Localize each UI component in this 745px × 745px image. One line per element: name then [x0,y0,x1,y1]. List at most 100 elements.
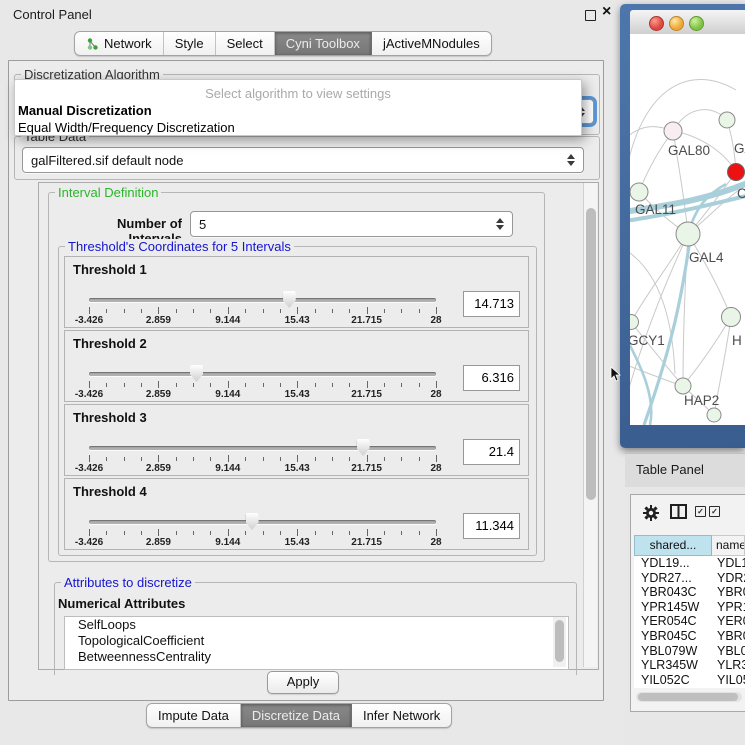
dropdown-item-placeholder[interactable]: Select algorithm to view settings [15,85,581,102]
slider-track[interactable] [89,446,436,450]
network-node[interactable] [630,315,639,330]
threshold-value-field[interactable]: 11.344 [463,513,520,539]
cyni-bottom-tabbar: Impute Data Discretize Data Infer Networ… [146,703,452,728]
threshold-slider[interactable]: -3.4262.8599.14415.4321.71528 [89,437,436,473]
scrollbar-thumb[interactable] [555,620,564,662]
table-row[interactable]: YPR145WYPR14 [634,600,745,615]
table-body: YDL19...YDL19YDR27...YDR27YBR043CYBR04YP… [634,556,745,687]
tab-jactivemnodules[interactable]: jActiveMNodules [372,32,491,55]
apply-button[interactable]: Apply [267,671,339,694]
control-panel-tabbar: Network Style Select Cyni Toolbox jActiv… [74,31,492,56]
node-label: C [737,186,745,201]
tab-label: Cyni Toolbox [286,36,360,51]
select-columns-icon[interactable]: ✓ ✓ [695,506,720,517]
slider-ticks [89,528,436,537]
table-row[interactable]: YER054CYER05 [634,614,745,629]
threshold-label: Threshold 3 [73,410,147,425]
threshold-1-panel: Threshold 1 -3.4262.8599.14415.4321.7152… [64,256,529,328]
table-header-row: shared... name [634,535,745,556]
attributes-list-scrollbar[interactable] [553,617,566,667]
threshold-slider[interactable]: -3.4262.8599.14415.4321.71528 [89,363,436,399]
table-row[interactable]: YBL079WYBL07 [634,644,745,659]
network-node-selected[interactable] [728,164,745,181]
stepper-icon [496,218,505,230]
threshold-3-panel: Threshold 3 -3.4262.8599.14415.4321.7152… [64,404,529,476]
slider-track[interactable] [89,520,436,524]
column-layout-icon[interactable] [670,504,688,520]
settings-scrollbar[interactable] [583,183,597,667]
attribute-list-item[interactable]: BetweennessCentrality [65,649,568,665]
network-view-window[interactable]: GAL80 GA C GAL11 GAL4 GCY1 H HAP2 [620,4,745,448]
attribute-list-item[interactable]: TopologicalCoefficient [65,633,568,649]
tab-label: Select [227,36,263,51]
tab-label: Network [104,36,152,51]
dropdown-item-equal-width-frequency[interactable]: Equal Width/Frequency Discretization [15,119,581,136]
network-canvas[interactable]: GAL80 GA C GAL11 GAL4 GCY1 H HAP2 [630,34,745,425]
tab-network[interactable]: Network [75,32,164,55]
table-toolbar: ✓ ✓ [634,500,745,530]
table-row[interactable]: YDL19...YDL19 [634,556,745,571]
algorithm-dropdown-popup: Select algorithm to view settings Manual… [14,79,582,136]
network-node[interactable] [664,122,682,140]
threshold-slider[interactable]: -3.4262.8599.14415.4321.71528 [89,289,436,325]
tab-select[interactable]: Select [216,32,275,55]
slider-ticks [89,306,436,315]
threshold-value-field[interactable]: 21.4 [463,439,520,465]
slider-tick-labels: -3.4262.8599.14415.4321.71528 [89,463,436,474]
slider-track[interactable] [89,372,436,376]
threshold-slider[interactable]: -3.4262.8599.14415.4321.71528 [89,511,436,547]
network-node[interactable] [722,308,741,327]
network-node[interactable] [675,378,691,394]
column-header-name[interactable]: name [712,535,745,556]
network-graph: GAL80 GA C GAL11 GAL4 GCY1 H HAP2 [630,34,745,425]
tab-cyni-toolbox[interactable]: Cyni Toolbox [275,32,372,55]
slider-ticks [89,454,436,463]
tab-style[interactable]: Style [164,32,216,55]
table-row[interactable]: YIL052CYIL05 [634,673,745,688]
group-title: Threshold's Coordinates for 5 Intervals [65,239,294,254]
network-node[interactable] [676,222,700,246]
numerical-attributes-label: Numerical Attributes [58,596,185,611]
combobox-value: galFiltered.sif default node [31,153,183,168]
threshold-value-field[interactable]: 14.713 [463,291,520,317]
network-node[interactable] [707,408,721,422]
tab-infer-network[interactable]: Infer Network [352,704,451,727]
threshold-value-field[interactable]: 6.316 [463,365,520,391]
node-label: GAL4 [689,250,724,265]
node-label: GA [734,141,745,156]
close-icon[interactable]: × [602,3,611,21]
control-panel-window: Control Panel × Network Style Select Cyn… [0,0,625,745]
float-window-icon[interactable] [585,10,596,21]
tab-impute-data[interactable]: Impute Data [147,704,241,727]
gear-icon[interactable] [642,504,660,522]
slider-track[interactable] [89,298,436,302]
node-table: shared... name YDL19...YDL19YDR27...YDR2… [634,535,745,688]
scrollbar-thumb[interactable] [638,693,738,701]
threshold-label: Threshold 1 [73,262,147,277]
threshold-4-panel: Threshold 4 -3.4262.8599.14415.4321.7152… [64,478,529,550]
table-data-combobox[interactable]: galFiltered.sif default node [22,147,584,173]
scrollbar-thumb[interactable] [586,208,596,500]
window-title: Control Panel [13,7,92,22]
tab-discretize-data[interactable]: Discretize Data [241,704,352,727]
tab-label: Infer Network [363,708,440,723]
node-label: H [732,333,742,348]
number-of-intervals-combobox[interactable]: 5 [190,211,513,237]
table-row[interactable]: YBR043CYBR04 [634,585,745,600]
table-row[interactable]: YBR045CYBR04 [634,629,745,644]
network-node[interactable] [630,183,648,201]
column-header-shared-name[interactable]: shared... [634,535,712,556]
combobox-value: 5 [199,217,206,232]
network-icon [86,37,99,51]
minimize-traffic-light[interactable] [669,16,684,31]
table-row[interactable]: YLR345WYLR34 [634,658,745,673]
zoom-traffic-light[interactable] [689,16,704,31]
network-node[interactable] [719,112,735,128]
slider-tick-labels: -3.4262.8599.14415.4321.71528 [89,389,436,400]
close-traffic-light[interactable] [649,16,664,31]
threshold-label: Threshold 4 [73,484,147,499]
network-window-titlebar[interactable] [630,10,745,35]
dropdown-item-manual-discretization[interactable]: Manual Discretization [15,102,581,119]
table-row[interactable]: YDR27...YDR27 [634,571,745,586]
attribute-list-item[interactable]: SelfLoops [65,617,568,633]
